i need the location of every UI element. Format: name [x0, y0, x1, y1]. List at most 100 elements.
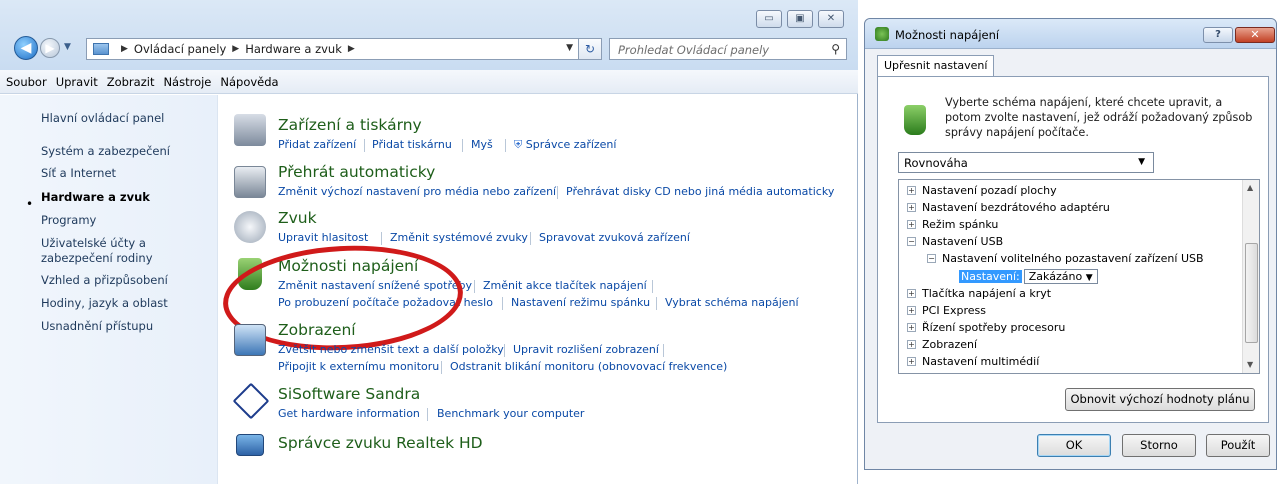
- tree-item-sleep[interactable]: + Režim spánku: [907, 218, 998, 231]
- setting-label: Nastavení:: [959, 270, 1022, 283]
- expand-icon[interactable]: +: [907, 186, 916, 195]
- tree-item-desktop-background[interactable]: + Nastavení pozadí plochy: [907, 184, 1057, 197]
- realtek-audio-icon[interactable]: [236, 434, 264, 456]
- collapse-icon[interactable]: −: [927, 254, 936, 263]
- category-sound[interactable]: Zvuk: [278, 209, 317, 227]
- link-flicker-refresh-rate[interactable]: Odstranit blikání monitoru (obnovovací f…: [450, 360, 727, 373]
- sidebar-item-network[interactable]: Síť a Internet: [41, 166, 213, 181]
- menu-edit[interactable]: Upravit: [56, 75, 98, 89]
- tree-item-processor-power[interactable]: + Řízení spotřeby procesoru: [907, 321, 1065, 334]
- breadcrumb-control-panel[interactable]: Ovládací panely: [134, 42, 226, 56]
- link-add-device[interactable]: Přidat zařízení: [278, 138, 356, 151]
- tree-scrollbar[interactable]: ▲ ▼: [1242, 180, 1259, 373]
- sidebar-item-appearance[interactable]: Vzhled a přizpůsobení: [41, 273, 213, 288]
- expand-icon[interactable]: +: [907, 340, 916, 349]
- refresh-button[interactable]: ↻: [578, 38, 602, 60]
- link-change-system-sounds[interactable]: Změnit systémové zvuky: [390, 231, 528, 244]
- back-button[interactable]: ◀: [14, 36, 38, 60]
- category-autoplay[interactable]: Přehrát automaticky: [278, 163, 435, 181]
- category-devices-printers[interactable]: Zařízení a tiskárny: [278, 116, 422, 134]
- tree-item-pci-express[interactable]: + PCI Express: [907, 304, 986, 317]
- tree-item-multimedia[interactable]: + Nastavení multimédií: [907, 355, 1039, 368]
- collapse-icon[interactable]: −: [907, 237, 916, 246]
- breadcrumb-hardware-sound[interactable]: Hardware a zvuk: [245, 42, 342, 56]
- sidebar-item-programs[interactable]: Programy: [41, 213, 213, 228]
- sidebar-item-home[interactable]: Hlavní ovládací panel: [41, 111, 213, 126]
- expand-icon[interactable]: +: [907, 306, 916, 315]
- link-adjust-volume[interactable]: Upravit hlasitost: [278, 231, 368, 244]
- ok-button[interactable]: OK: [1037, 434, 1111, 457]
- sidebar-item-user-accounts[interactable]: Uživatelské účty a zabezpečení rodiny: [41, 236, 213, 266]
- settings-tree[interactable]: + Nastavení pozadí plochy + Nastavení bezd…: [898, 179, 1260, 374]
- category-display[interactable]: Zobrazení: [278, 321, 356, 339]
- history-dropdown-icon[interactable]: ▼: [64, 42, 71, 52]
- apply-button[interactable]: Použít: [1206, 434, 1270, 457]
- sidebar: Hlavní ovládací panel Systém a zabezpeče…: [0, 95, 218, 484]
- sidebar-item-ease-of-access[interactable]: Usnadnění přístupu: [41, 319, 213, 334]
- link-sleep-settings[interactable]: Nastavení režimu spánku: [511, 296, 650, 309]
- tab-advanced-settings[interactable]: Upřesnit nastavení: [877, 55, 995, 77]
- usb-suspend-setting-row[interactable]: Nastavení: Zakázáno ▼: [959, 269, 1098, 284]
- power-scheme-select[interactable]: Rovnováha ▼: [898, 152, 1154, 173]
- tree-item-power-buttons-lid[interactable]: + Tlačítka napájení a kryt: [907, 287, 1051, 300]
- sisoftware-sandra-icon[interactable]: [232, 382, 270, 420]
- forward-button[interactable]: ▶: [40, 38, 60, 58]
- usb-suspend-setting-select[interactable]: Zakázáno ▼: [1023, 269, 1098, 284]
- address-dropdown-icon[interactable]: ▼: [566, 43, 573, 53]
- dialog-close-button[interactable]: ✕: [1235, 27, 1275, 43]
- help-button[interactable]: ?: [1203, 27, 1233, 43]
- address-bar[interactable]: ▶ Ovládací panely ▶ Hardware a zvuk ▶ ▼: [86, 38, 596, 60]
- sidebar-item-system-security[interactable]: Systém a zabezpečení: [41, 144, 213, 159]
- link-benchmark-computer[interactable]: Benchmark your computer: [437, 407, 584, 420]
- search-icon[interactable]: ⚲: [831, 42, 840, 56]
- minimize-button[interactable]: ▭: [756, 10, 782, 28]
- tree-item-display[interactable]: + Zobrazení: [907, 338, 977, 351]
- menu-view[interactable]: Zobrazit: [107, 75, 155, 89]
- link-get-hardware-information[interactable]: Get hardware information: [278, 407, 420, 420]
- link-play-cds-automatically[interactable]: Přehrávat disky CD nebo jiná média autom…: [566, 185, 834, 198]
- separator: [427, 408, 428, 421]
- category-realtek-audio-manager[interactable]: Správce zvuku Realtek HD: [278, 434, 483, 452]
- close-button[interactable]: ✕: [818, 10, 844, 28]
- link-change-power-buttons[interactable]: Změnit akce tlačítek napájení: [483, 279, 647, 292]
- maximize-button[interactable]: ▣: [787, 10, 813, 28]
- search-placeholder: Prohledat Ovládací panely: [618, 43, 770, 57]
- printer-icon[interactable]: [234, 114, 266, 146]
- tree-item-usb-settings[interactable]: − Nastavení USB: [907, 235, 1003, 248]
- tree-item-usb-selective-suspend[interactable]: − Nastavení volitelného pozastavení zaříz…: [927, 252, 1204, 265]
- monitor-icon[interactable]: [234, 324, 266, 356]
- restore-plan-defaults-button[interactable]: Obnovit výchozí hodnoty plánu: [1065, 388, 1255, 411]
- link-resize-text[interactable]: Zvětšit nebo zmenšit text a další položk…: [278, 343, 504, 356]
- link-add-printer[interactable]: Přidat tiskárnu: [372, 138, 452, 151]
- menu-tools[interactable]: Nástroje: [163, 75, 211, 89]
- link-connect-external-monitor[interactable]: Připojit k externímu monitoru: [278, 360, 439, 373]
- link-adjust-resolution[interactable]: Upravit rozlišení zobrazení: [513, 343, 659, 356]
- autoplay-icon[interactable]: [234, 166, 266, 198]
- scroll-down-icon[interactable]: ▼: [1247, 360, 1253, 369]
- search-input[interactable]: Prohledat Ovládací panely ⚲: [609, 38, 847, 60]
- tree-item-wireless-adapter[interactable]: + Nastavení bezdrátového adaptéru: [907, 201, 1110, 214]
- expand-icon[interactable]: +: [907, 357, 916, 366]
- control-panel-window: ▭ ▣ ✕ ◀ ▶ ▼ ▶ Ovládací panely ▶ Hardware…: [0, 0, 858, 484]
- tree-item-label: Nastavení pozadí plochy: [922, 184, 1057, 197]
- speaker-icon[interactable]: [234, 211, 266, 243]
- link-change-media-defaults[interactable]: Změnit výchozí nastavení pro média nebo …: [278, 185, 556, 198]
- expand-icon[interactable]: +: [907, 323, 916, 332]
- link-manage-audio-devices[interactable]: Spravovat zvuková zařízení: [539, 231, 690, 244]
- menu-help[interactable]: Nápověda: [220, 75, 278, 89]
- menu-file[interactable]: Soubor: [6, 75, 47, 89]
- separator: [504, 344, 505, 357]
- sidebar-item-clock-language[interactable]: Hodiny, jazyk a oblast: [41, 296, 213, 311]
- chevron-down-icon: ▼: [1085, 273, 1093, 283]
- scroll-up-icon[interactable]: ▲: [1247, 183, 1253, 192]
- expand-icon[interactable]: +: [907, 220, 916, 229]
- scrollbar-thumb[interactable]: [1245, 243, 1258, 343]
- link-choose-power-plan[interactable]: Vybrat schéma napájení: [665, 296, 799, 309]
- category-sisoftware-sandra[interactable]: SiSoftware Sandra: [278, 385, 420, 403]
- expand-icon[interactable]: +: [907, 203, 916, 212]
- sidebar-item-hardware-sound[interactable]: Hardware a zvuk: [41, 190, 213, 205]
- link-mouse[interactable]: Myš: [471, 138, 493, 151]
- link-device-manager[interactable]: ⛨ Správce zařízení: [514, 138, 616, 152]
- expand-icon[interactable]: +: [907, 289, 916, 298]
- cancel-button[interactable]: Storno: [1122, 434, 1196, 457]
